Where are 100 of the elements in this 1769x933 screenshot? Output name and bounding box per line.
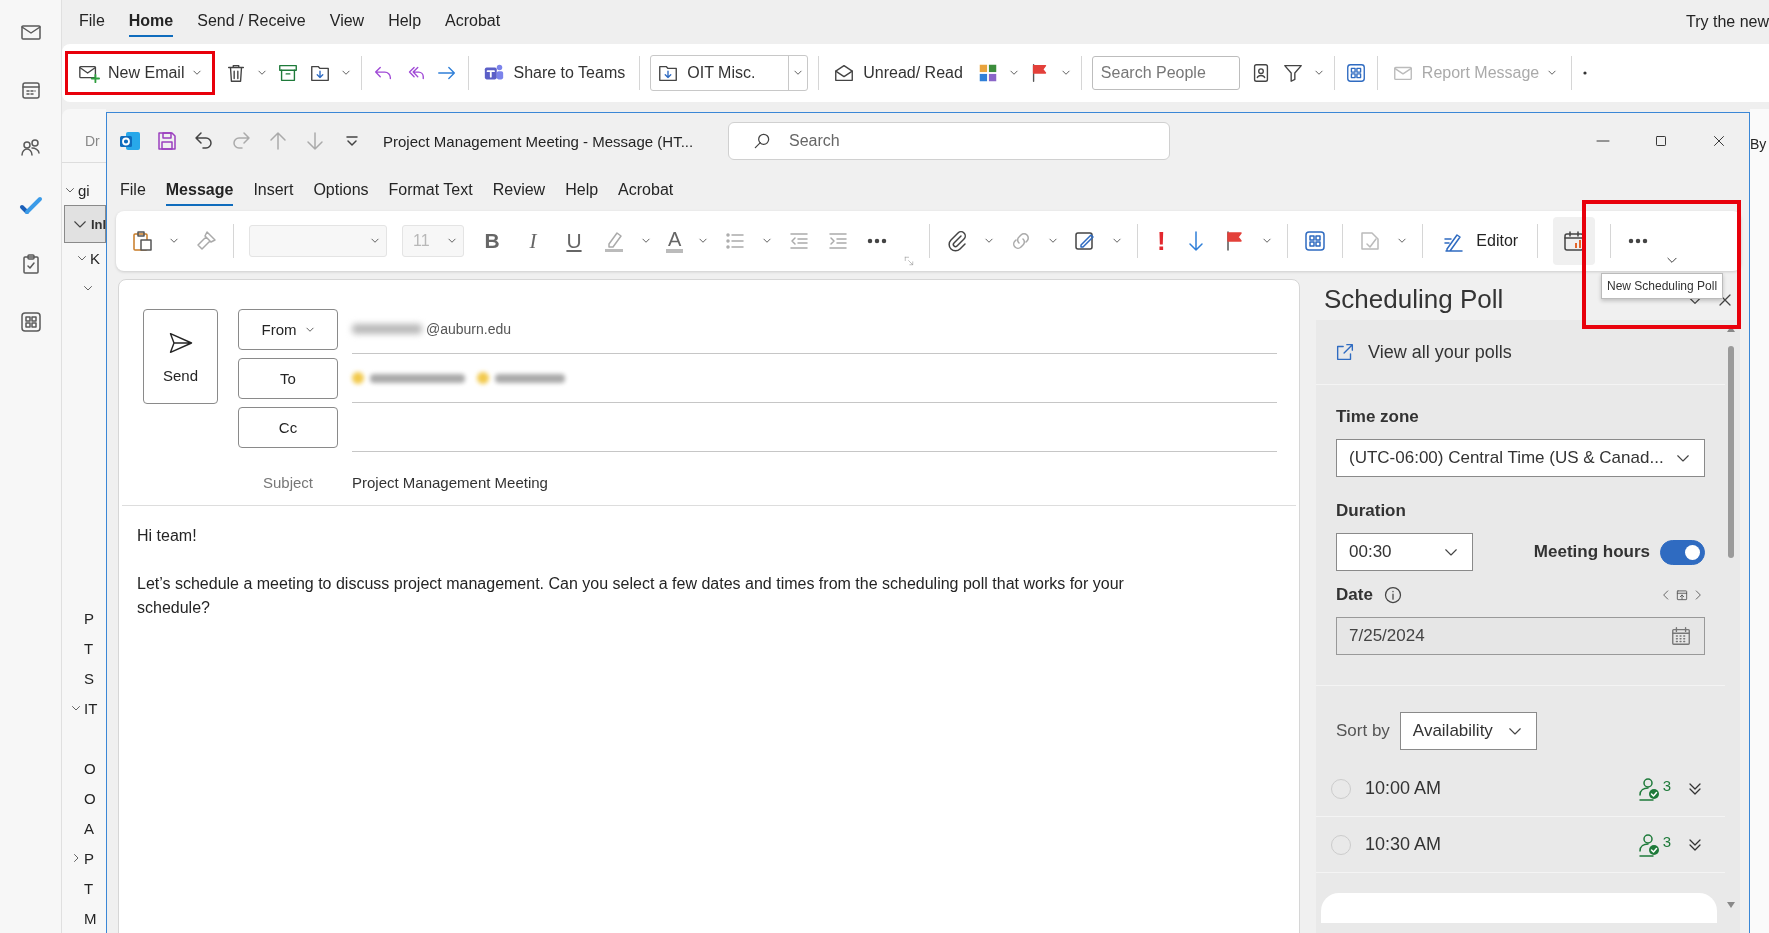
calendar-icon[interactable] xyxy=(1675,587,1689,603)
caret-icon[interactable] xyxy=(1397,236,1408,246)
save-icon[interactable] xyxy=(155,129,179,153)
underline-button[interactable]: U xyxy=(561,229,587,253)
ribbon-tab[interactable]: Format Text xyxy=(388,174,473,206)
sort-dropdown[interactable]: Availability xyxy=(1399,712,1537,750)
radio-button[interactable] xyxy=(1331,778,1351,799)
move-to-folder-dropdown[interactable]: OIT Misc. xyxy=(650,54,809,91)
redacted-text xyxy=(352,324,422,334)
toggle-label: Meeting hours xyxy=(1533,542,1650,562)
unread-read-button[interactable]: Unread/ Read xyxy=(829,57,967,88)
ribbon-tab[interactable]: File xyxy=(79,6,105,38)
field-label: Time zone xyxy=(1336,407,1420,427)
folder-label[interactable]: A xyxy=(84,819,94,837)
window-title: Project Management Meeting - Message (HT... xyxy=(383,132,695,150)
field-label: Date xyxy=(1336,585,1373,605)
folder-label[interactable]: IT xyxy=(84,699,98,717)
ribbon-tab[interactable]: Home xyxy=(128,6,174,38)
calendar-icon[interactable] xyxy=(1670,625,1692,647)
radio-button[interactable] xyxy=(1331,834,1351,855)
time-zone-dropdown[interactable]: (UTC-06:00) Central Time (US & Canad... xyxy=(1336,439,1705,477)
apps-icon[interactable] xyxy=(1303,229,1328,253)
folder-label[interactable]: T xyxy=(84,879,94,897)
ribbon-tab[interactable]: Review xyxy=(492,174,546,206)
caret-icon[interactable] xyxy=(698,236,709,246)
font-color-button[interactable]: A xyxy=(666,229,684,253)
body-paragraph: Let’s schedule a meeting to discuss project management. Can you select a few dates and times from the scheduling poll that works for your schedule? xyxy=(137,574,1125,618)
scroll-up-arrow-icon[interactable] xyxy=(1727,326,1735,332)
subject-label: Subject xyxy=(261,473,314,491)
share-to-teams-button[interactable]: Share to Teams xyxy=(479,57,630,88)
ribbon-tab[interactable]: Insert xyxy=(253,174,294,206)
time-slot-label: 10:30 AM xyxy=(1365,834,1442,855)
sort-label: Sort by xyxy=(1336,721,1390,741)
search-people-field[interactable]: Search People xyxy=(1091,55,1240,90)
column-header: By xyxy=(1750,136,1767,152)
highlighter-icon[interactable] xyxy=(602,229,626,253)
folder-label[interactable]: Inl xyxy=(91,216,106,232)
italic-button[interactable]: I xyxy=(520,228,546,254)
try-new-link[interactable]: Try the new xyxy=(1686,12,1769,31)
editor-button[interactable]: Editor xyxy=(1438,225,1523,257)
folder-label[interactable]: M xyxy=(84,909,97,927)
subject-field[interactable]: Project Management Meeting xyxy=(352,456,1277,491)
caret-icon[interactable] xyxy=(1262,236,1273,246)
caret-icon[interactable] xyxy=(641,236,651,246)
apps-icon[interactable] xyxy=(1344,61,1367,84)
person-check-icon xyxy=(1637,832,1662,857)
format-painter-icon[interactable] xyxy=(194,229,218,253)
ribbon-tab[interactable]: Send / Receive xyxy=(197,6,306,38)
new-email-button[interactable]: New Email xyxy=(74,57,207,88)
caret-icon[interactable] xyxy=(1112,236,1123,246)
time-slot-label: 10:00 AM xyxy=(1365,778,1442,799)
ribbon-tab[interactable]: File xyxy=(120,174,146,206)
folder-item-selected[interactable]: Inl xyxy=(64,205,106,243)
scroll-down-arrow-icon[interactable] xyxy=(1727,902,1735,908)
ribbon-tab[interactable]: Options xyxy=(313,174,369,206)
folder-label[interactable]: T xyxy=(84,639,94,657)
tooltip: New Scheduling Poll xyxy=(1601,273,1724,299)
high-importance-button[interactable]: ! xyxy=(1153,225,1170,257)
folder-label[interactable]: S xyxy=(84,669,94,687)
app-logo-icon xyxy=(118,129,142,153)
ribbon-tab[interactable]: Help xyxy=(388,6,422,38)
attendee-count: 3 xyxy=(1662,832,1671,850)
from-field[interactable]: @auburn.edu xyxy=(352,305,1277,354)
ribbon-tab[interactable]: View xyxy=(329,6,365,38)
body-paragraph: Hi team! xyxy=(137,526,198,546)
search-field[interactable]: Search xyxy=(728,122,1170,160)
ribbon-tab[interactable]: Message xyxy=(165,174,234,206)
date-field[interactable]: 7/25/2024 xyxy=(1336,617,1705,655)
to-button[interactable]: To xyxy=(238,358,338,399)
ribbon-tab[interactable]: Help xyxy=(565,174,599,206)
external-link-icon[interactable] xyxy=(1334,341,1356,363)
from-button[interactable]: From xyxy=(238,309,338,350)
folder-label[interactable]: K xyxy=(90,249,100,267)
person-check-icon xyxy=(1637,776,1662,801)
view-polls-link[interactable]: View all your polls xyxy=(1368,341,1512,363)
cc-button[interactable]: Cc xyxy=(238,407,338,448)
caret-icon[interactable] xyxy=(762,236,773,246)
caret-icon[interactable] xyxy=(984,236,995,246)
pane-title: Scheduling Poll xyxy=(1324,284,1504,315)
ribbon-tab[interactable]: Acrobat xyxy=(445,6,501,38)
ribbon-tab[interactable]: Acrobat xyxy=(618,174,674,206)
folder-label[interactable]: O xyxy=(84,789,96,807)
folder-label[interactable]: O xyxy=(84,759,96,777)
caret-icon[interactable] xyxy=(1048,236,1059,246)
caret-icon[interactable] xyxy=(169,236,179,246)
info-icon[interactable] xyxy=(1382,585,1403,605)
folder-label[interactable]: P xyxy=(84,849,94,867)
paste-icon[interactable] xyxy=(130,229,154,253)
bold-button[interactable]: B xyxy=(479,229,505,253)
scheduling-poll-button[interactable] xyxy=(1553,217,1596,265)
field-label: Duration xyxy=(1336,501,1407,521)
send-button[interactable]: Send xyxy=(143,309,218,404)
attendee-count: 3 xyxy=(1662,776,1671,794)
toggle-switch[interactable] xyxy=(1660,539,1705,565)
duration-dropdown[interactable]: 00:30 xyxy=(1336,533,1473,571)
apps-icon[interactable] xyxy=(18,310,43,334)
folder-label[interactable]: gi xyxy=(78,181,90,199)
folder-label[interactable]: P xyxy=(84,609,94,627)
search-icon xyxy=(752,131,772,151)
sender-address: @auburn.edu xyxy=(426,321,512,337)
